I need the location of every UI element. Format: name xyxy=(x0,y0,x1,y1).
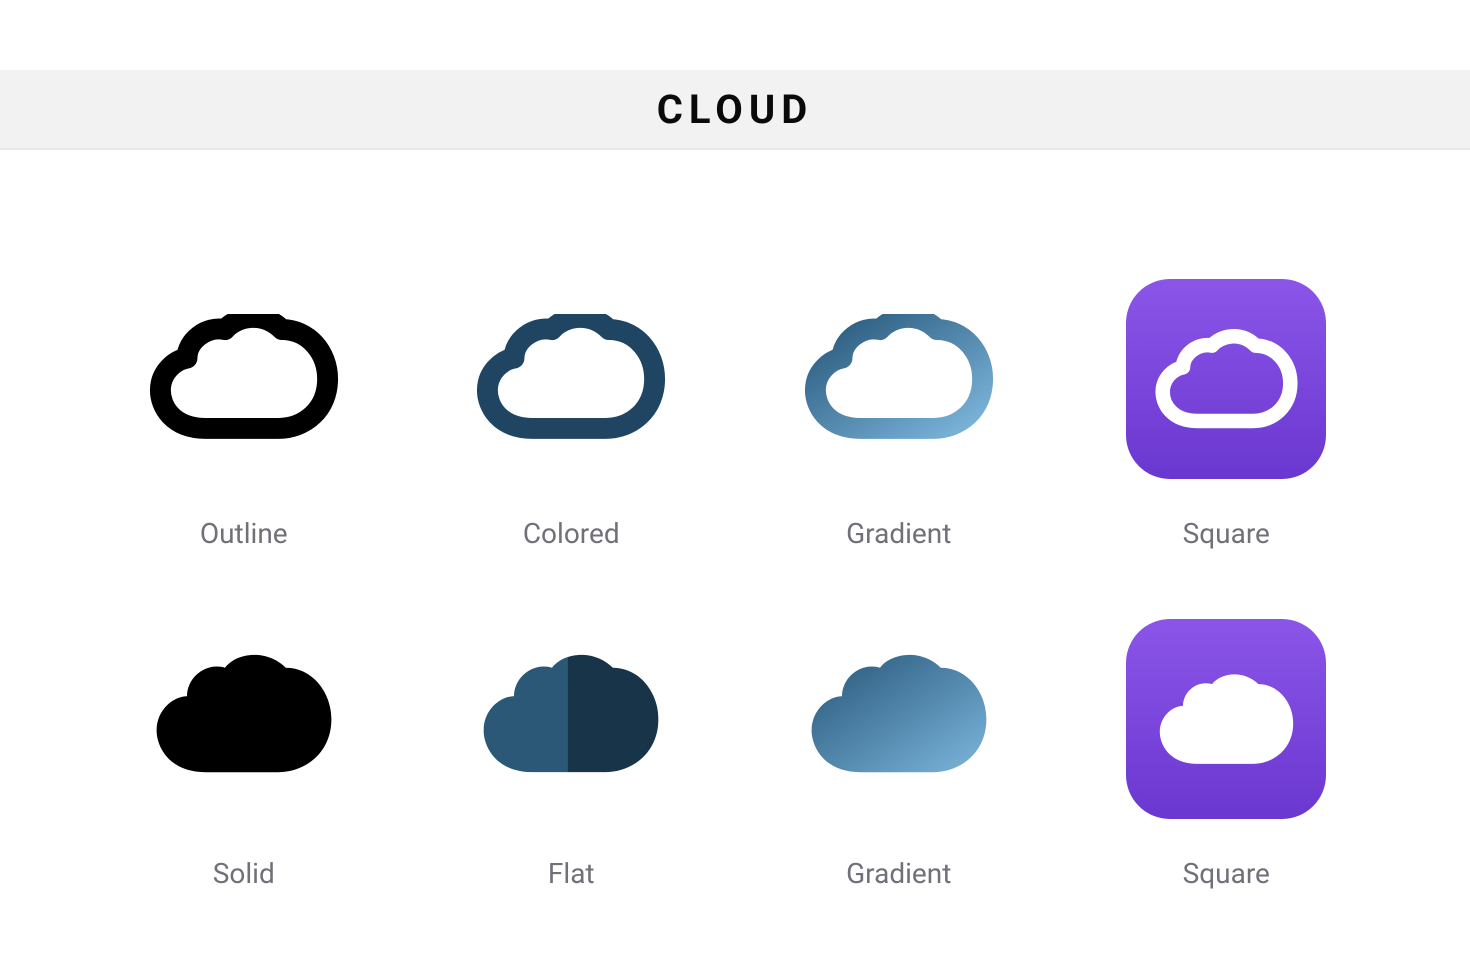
variant-square-solid: Square xyxy=(1093,590,1361,890)
variant-label: Square xyxy=(1183,517,1270,550)
variant-label: Gradient xyxy=(846,857,951,890)
cloud-icon-solid xyxy=(134,609,354,829)
page-title: CLOUD xyxy=(657,86,814,133)
variant-gradient-fill: Gradient xyxy=(765,590,1033,890)
variant-label: Solid xyxy=(213,857,275,890)
variant-label: Outline xyxy=(200,517,288,550)
variant-gradient-outline: Gradient xyxy=(765,250,1033,550)
cloud-icon-gradient-fill xyxy=(789,609,1009,829)
title-bar: CLOUD xyxy=(0,70,1470,150)
icon-grid: Outline Colored xyxy=(0,150,1470,980)
cloud-icon-square-solid xyxy=(1116,609,1336,829)
variant-flat: Flat xyxy=(438,590,706,890)
variant-label: Square xyxy=(1183,857,1270,890)
variant-outline: Outline xyxy=(110,250,378,550)
cloud-icon-square-outline xyxy=(1116,269,1336,489)
icon-style-sheet: CLOUD Outline Colored xyxy=(0,0,1470,980)
cloud-icon-gradient-outline xyxy=(789,269,1009,489)
variant-label: Flat xyxy=(548,857,595,890)
cloud-icon-flat xyxy=(461,609,681,829)
variant-colored: Colored xyxy=(438,250,706,550)
variant-solid: Solid xyxy=(110,590,378,890)
variant-label: Gradient xyxy=(846,517,951,550)
variant-square-outline: Square xyxy=(1093,250,1361,550)
cloud-icon-outline xyxy=(134,269,354,489)
variant-label: Colored xyxy=(523,517,620,550)
cloud-icon-colored xyxy=(461,269,681,489)
